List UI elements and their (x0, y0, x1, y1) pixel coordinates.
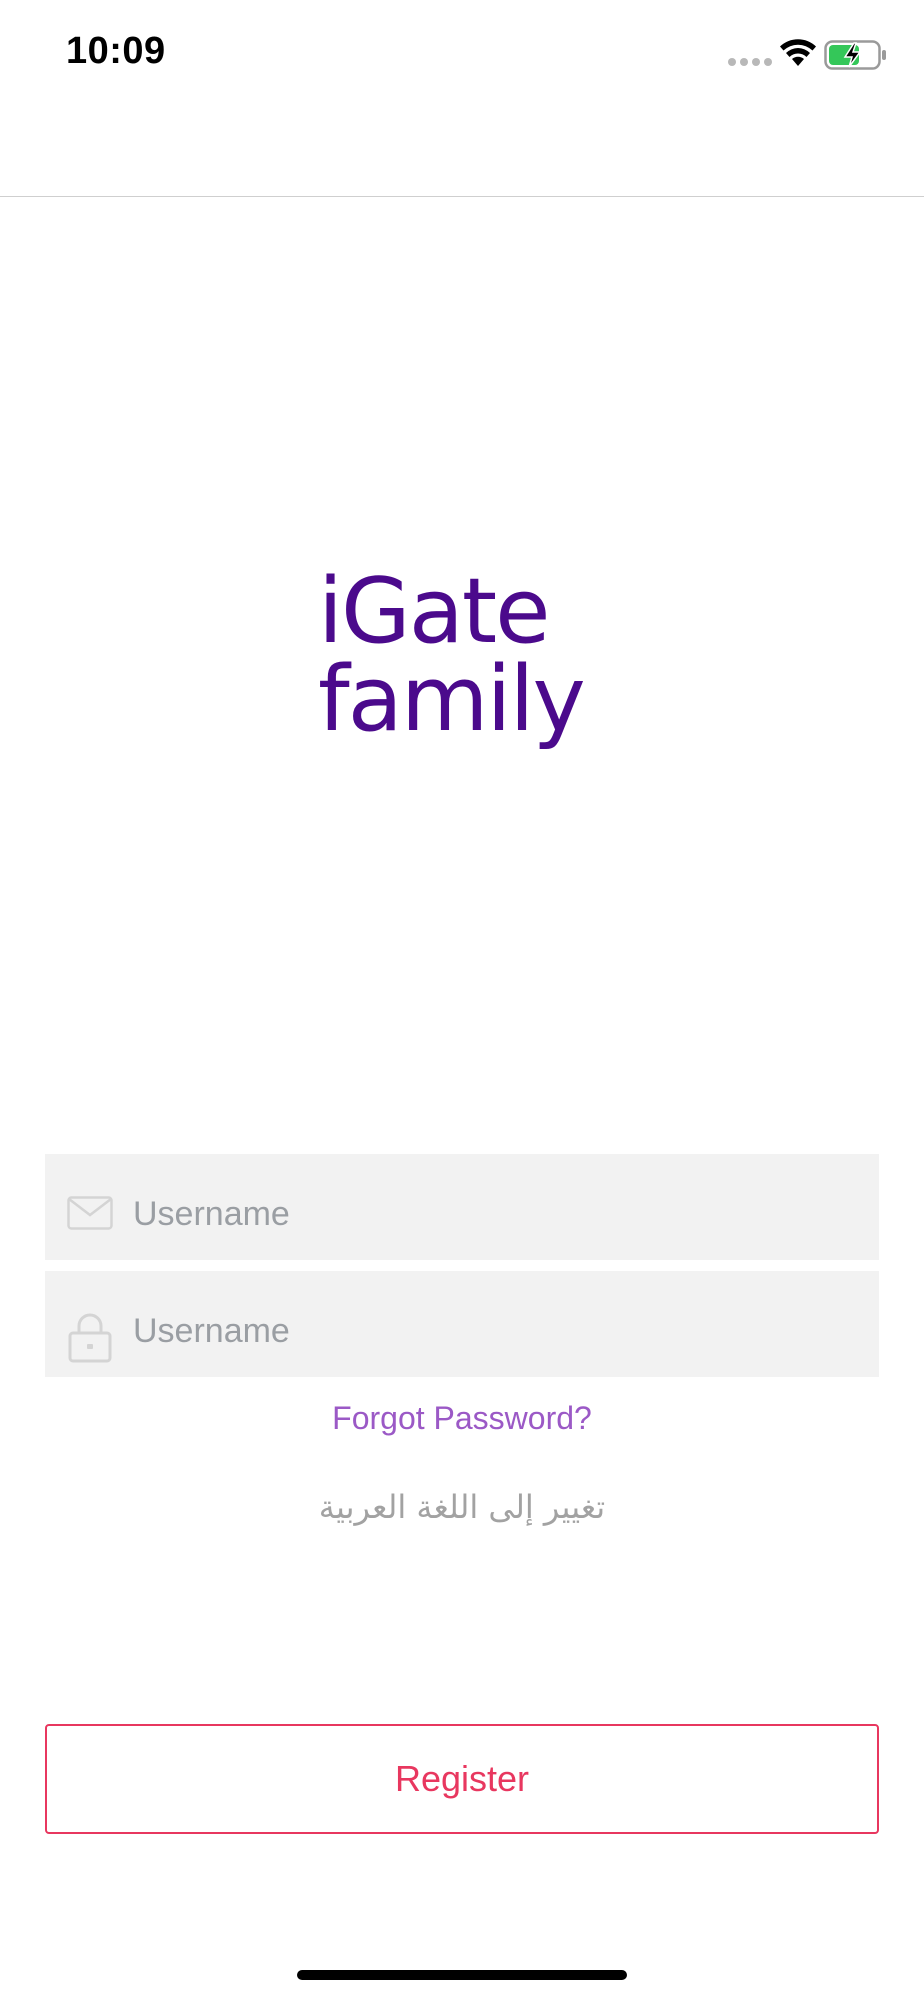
forgot-password-link[interactable]: Forgot Password? (0, 1400, 924, 1437)
change-language-link[interactable]: تغيير إلى اللغة العربية (0, 1488, 924, 1526)
envelope-icon (67, 1196, 113, 1230)
lock-icon (68, 1313, 112, 1363)
username-field[interactable] (45, 1154, 879, 1260)
wifi-icon (780, 39, 816, 66)
home-indicator[interactable] (297, 1970, 627, 1980)
navigation-bar (0, 98, 924, 197)
logo-line-1: iGate (318, 559, 551, 664)
password-field[interactable] (45, 1271, 879, 1377)
status-time: 10:09 (66, 30, 166, 72)
password-input[interactable] (133, 1271, 853, 1377)
battery-charging-icon (824, 40, 886, 70)
logo-line-2: family (318, 647, 586, 752)
login-screen: 10:09 iGate family Forgot (0, 0, 924, 2000)
username-input[interactable] (133, 1154, 853, 1260)
igate-family-logo: iGate family (318, 559, 618, 752)
register-button[interactable]: Register (45, 1724, 879, 1834)
signal-dots-icon (728, 58, 772, 66)
